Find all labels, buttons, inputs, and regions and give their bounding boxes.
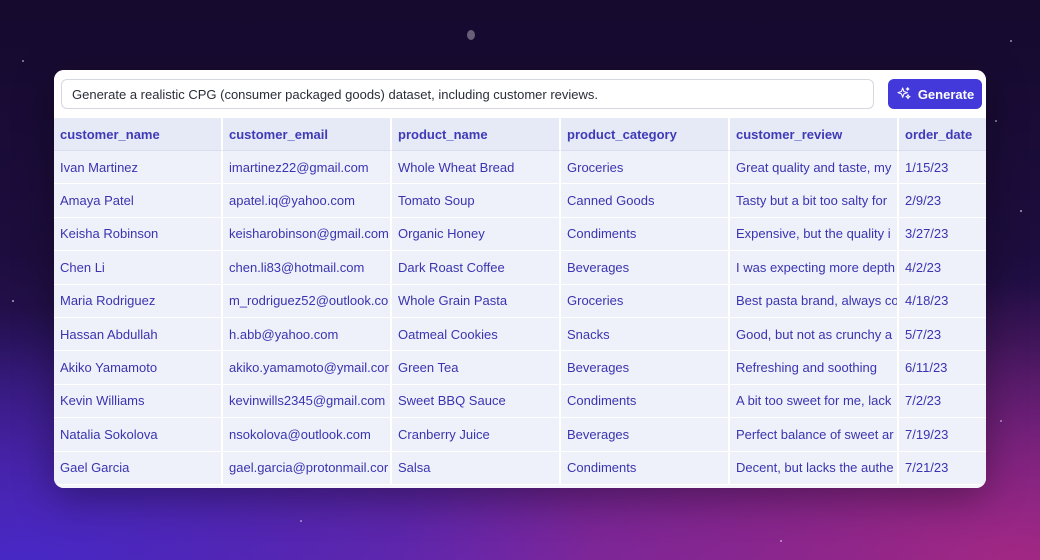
cell-order-date[interactable]: 7/2/23 bbox=[899, 384, 986, 419]
dataset-table: customer_name customer_email product_nam… bbox=[54, 118, 986, 485]
cell-product-category[interactable]: Condiments bbox=[561, 451, 730, 485]
column-header-product-name[interactable]: product_name bbox=[392, 118, 561, 151]
cell-customer-email[interactable]: imartinez22@gmail.com bbox=[223, 151, 392, 185]
cell-product-name[interactable]: Whole Grain Pasta bbox=[392, 284, 561, 318]
cell-customer-review[interactable]: Decent, but lacks the authe bbox=[730, 451, 899, 485]
cell-customer-name[interactable]: Akiko Yamamoto bbox=[54, 351, 223, 385]
background-speck bbox=[995, 120, 997, 122]
background-speck bbox=[22, 60, 24, 62]
dataset-table-container[interactable]: customer_name customer_email product_nam… bbox=[54, 118, 986, 488]
column-header-order-date[interactable]: order_date bbox=[899, 118, 986, 151]
sparkles-icon bbox=[896, 86, 912, 102]
cell-product-category[interactable]: Groceries bbox=[561, 151, 730, 185]
cell-customer-name[interactable]: Maria Rodriguez bbox=[54, 284, 223, 318]
cell-customer-email[interactable]: nsokolova@outlook.com bbox=[223, 418, 392, 452]
cell-product-category[interactable]: Snacks bbox=[561, 317, 730, 352]
cell-product-name[interactable]: Salsa bbox=[392, 451, 561, 485]
table-header-row: customer_name customer_email product_nam… bbox=[54, 118, 986, 151]
column-header-product-category[interactable]: product_category bbox=[561, 118, 730, 151]
table-row[interactable]: Maria Rodriguez m_rodriguez52@outlook.co W… bbox=[54, 284, 986, 318]
cell-product-name[interactable]: Oatmeal Cookies bbox=[392, 317, 561, 352]
cell-order-date[interactable]: 2/9/23 bbox=[899, 184, 986, 218]
background-speck bbox=[780, 540, 782, 542]
table-row[interactable]: Amaya Patel apatel.iq@yahoo.com Tomato Sou… bbox=[54, 184, 986, 218]
background-speck bbox=[1010, 40, 1012, 42]
cell-customer-review[interactable]: Best pasta brand, always co bbox=[730, 284, 899, 318]
background-speck bbox=[300, 520, 302, 522]
generate-button-label: Generate bbox=[917, 86, 975, 102]
cell-customer-review[interactable]: Great quality and taste, my bbox=[730, 151, 899, 185]
cell-customer-name[interactable]: Ivan Martinez bbox=[54, 151, 223, 185]
cell-product-name[interactable]: Green Tea bbox=[392, 351, 561, 385]
dataset-generator-card: Generate customer_name customer_email pr… bbox=[54, 70, 986, 488]
cell-product-name[interactable]: Tomato Soup bbox=[392, 184, 561, 218]
cell-customer-name[interactable]: Gael Garcia bbox=[54, 451, 223, 485]
background-speck bbox=[467, 30, 475, 40]
column-header-customer-email[interactable]: customer_email bbox=[223, 118, 392, 151]
cell-customer-name[interactable]: Amaya Patel bbox=[54, 184, 223, 218]
generate-button[interactable]: Generate bbox=[888, 79, 982, 109]
table-row[interactable]: Keisha Robinson keisharobinson@gmail.com O… bbox=[54, 217, 986, 252]
cell-customer-email[interactable]: kevinwills2345@gmail.com bbox=[223, 384, 392, 419]
cell-customer-review[interactable]: Expensive, but the quality i bbox=[730, 217, 899, 252]
table-header: customer_name customer_email product_nam… bbox=[54, 118, 986, 151]
cell-customer-name[interactable]: Chen Li bbox=[54, 251, 223, 285]
prompt-input[interactable] bbox=[61, 79, 874, 109]
column-header-customer-name[interactable]: customer_name bbox=[54, 118, 223, 151]
column-header-customer-review[interactable]: customer_review bbox=[730, 118, 899, 151]
cell-product-category[interactable]: Condiments bbox=[561, 217, 730, 252]
cell-customer-name[interactable]: Keisha Robinson bbox=[54, 217, 223, 252]
cell-product-category[interactable]: Groceries bbox=[561, 284, 730, 318]
cell-customer-email[interactable]: keisharobinson@gmail.com bbox=[223, 217, 392, 252]
cell-order-date[interactable]: 6/11/23 bbox=[899, 351, 986, 385]
cell-customer-review[interactable]: Tasty but a bit too salty for bbox=[730, 184, 899, 218]
cell-product-category[interactable]: Condiments bbox=[561, 384, 730, 419]
background-speck bbox=[12, 300, 14, 302]
cell-customer-email[interactable]: h.abb@yahoo.com bbox=[223, 317, 392, 352]
cell-order-date[interactable]: 7/21/23 bbox=[899, 451, 986, 485]
cell-customer-email[interactable]: m_rodriguez52@outlook.co bbox=[223, 284, 392, 318]
cell-customer-review[interactable]: A bit too sweet for me, lack bbox=[730, 384, 899, 419]
table-row[interactable]: Akiko Yamamoto akiko.yamamoto@ymail.cor Gr… bbox=[54, 351, 986, 385]
cell-product-name[interactable]: Sweet BBQ Sauce bbox=[392, 384, 561, 419]
table-row[interactable]: Chen Li chen.li83@hotmail.com Dark Roast C… bbox=[54, 251, 986, 285]
cell-product-category[interactable]: Beverages bbox=[561, 351, 730, 385]
cell-customer-name[interactable]: Hassan Abdullah bbox=[54, 317, 223, 352]
cell-customer-name[interactable]: Kevin Williams bbox=[54, 384, 223, 419]
table-row[interactable]: Ivan Martinez imartinez22@gmail.com Whole … bbox=[54, 151, 986, 185]
cell-customer-email[interactable]: chen.li83@hotmail.com bbox=[223, 251, 392, 285]
cell-order-date[interactable]: 3/27/23 bbox=[899, 217, 986, 252]
cell-product-name[interactable]: Cranberry Juice bbox=[392, 418, 561, 452]
table-row[interactable]: Hassan Abdullah h.abb@yahoo.com Oatmeal Co… bbox=[54, 317, 986, 352]
cell-customer-review[interactable]: Perfect balance of sweet ar bbox=[730, 418, 899, 452]
cell-product-category[interactable]: Beverages bbox=[561, 418, 730, 452]
background-speck bbox=[1000, 420, 1002, 422]
cell-order-date[interactable]: 4/2/23 bbox=[899, 251, 986, 285]
cell-product-category[interactable]: Canned Goods bbox=[561, 184, 730, 218]
background-speck bbox=[1020, 210, 1022, 212]
cell-customer-email[interactable]: gael.garcia@protonmail.cor bbox=[223, 451, 392, 485]
cell-customer-review[interactable]: Good, but not as crunchy a bbox=[730, 317, 899, 352]
cell-product-name[interactable]: Organic Honey bbox=[392, 217, 561, 252]
cell-order-date[interactable]: 7/19/23 bbox=[899, 418, 986, 452]
table-row[interactable]: Kevin Williams kevinwills2345@gmail.com Sw… bbox=[54, 384, 986, 419]
cell-product-category[interactable]: Beverages bbox=[561, 251, 730, 285]
table-row[interactable]: Natalia Sokolova nsokolova@outlook.com Cra… bbox=[54, 418, 986, 452]
cell-customer-email[interactable]: akiko.yamamoto@ymail.cor bbox=[223, 351, 392, 385]
cell-product-name[interactable]: Whole Wheat Bread bbox=[392, 151, 561, 185]
cell-customer-email[interactable]: apatel.iq@yahoo.com bbox=[223, 184, 392, 218]
table-body: Ivan Martinez imartinez22@gmail.com Whole … bbox=[54, 151, 986, 485]
cell-customer-review[interactable]: Refreshing and soothing bbox=[730, 351, 899, 385]
prompt-row: Generate bbox=[54, 70, 986, 118]
table-row[interactable]: Gael Garcia gael.garcia@protonmail.cor Sal… bbox=[54, 451, 986, 485]
cell-customer-review[interactable]: I was expecting more depth bbox=[730, 251, 899, 285]
cell-product-name[interactable]: Dark Roast Coffee bbox=[392, 251, 561, 285]
cell-order-date[interactable]: 4/18/23 bbox=[899, 284, 986, 318]
cell-order-date[interactable]: 5/7/23 bbox=[899, 317, 986, 352]
cell-order-date[interactable]: 1/15/23 bbox=[899, 151, 986, 185]
cell-customer-name[interactable]: Natalia Sokolova bbox=[54, 418, 223, 452]
